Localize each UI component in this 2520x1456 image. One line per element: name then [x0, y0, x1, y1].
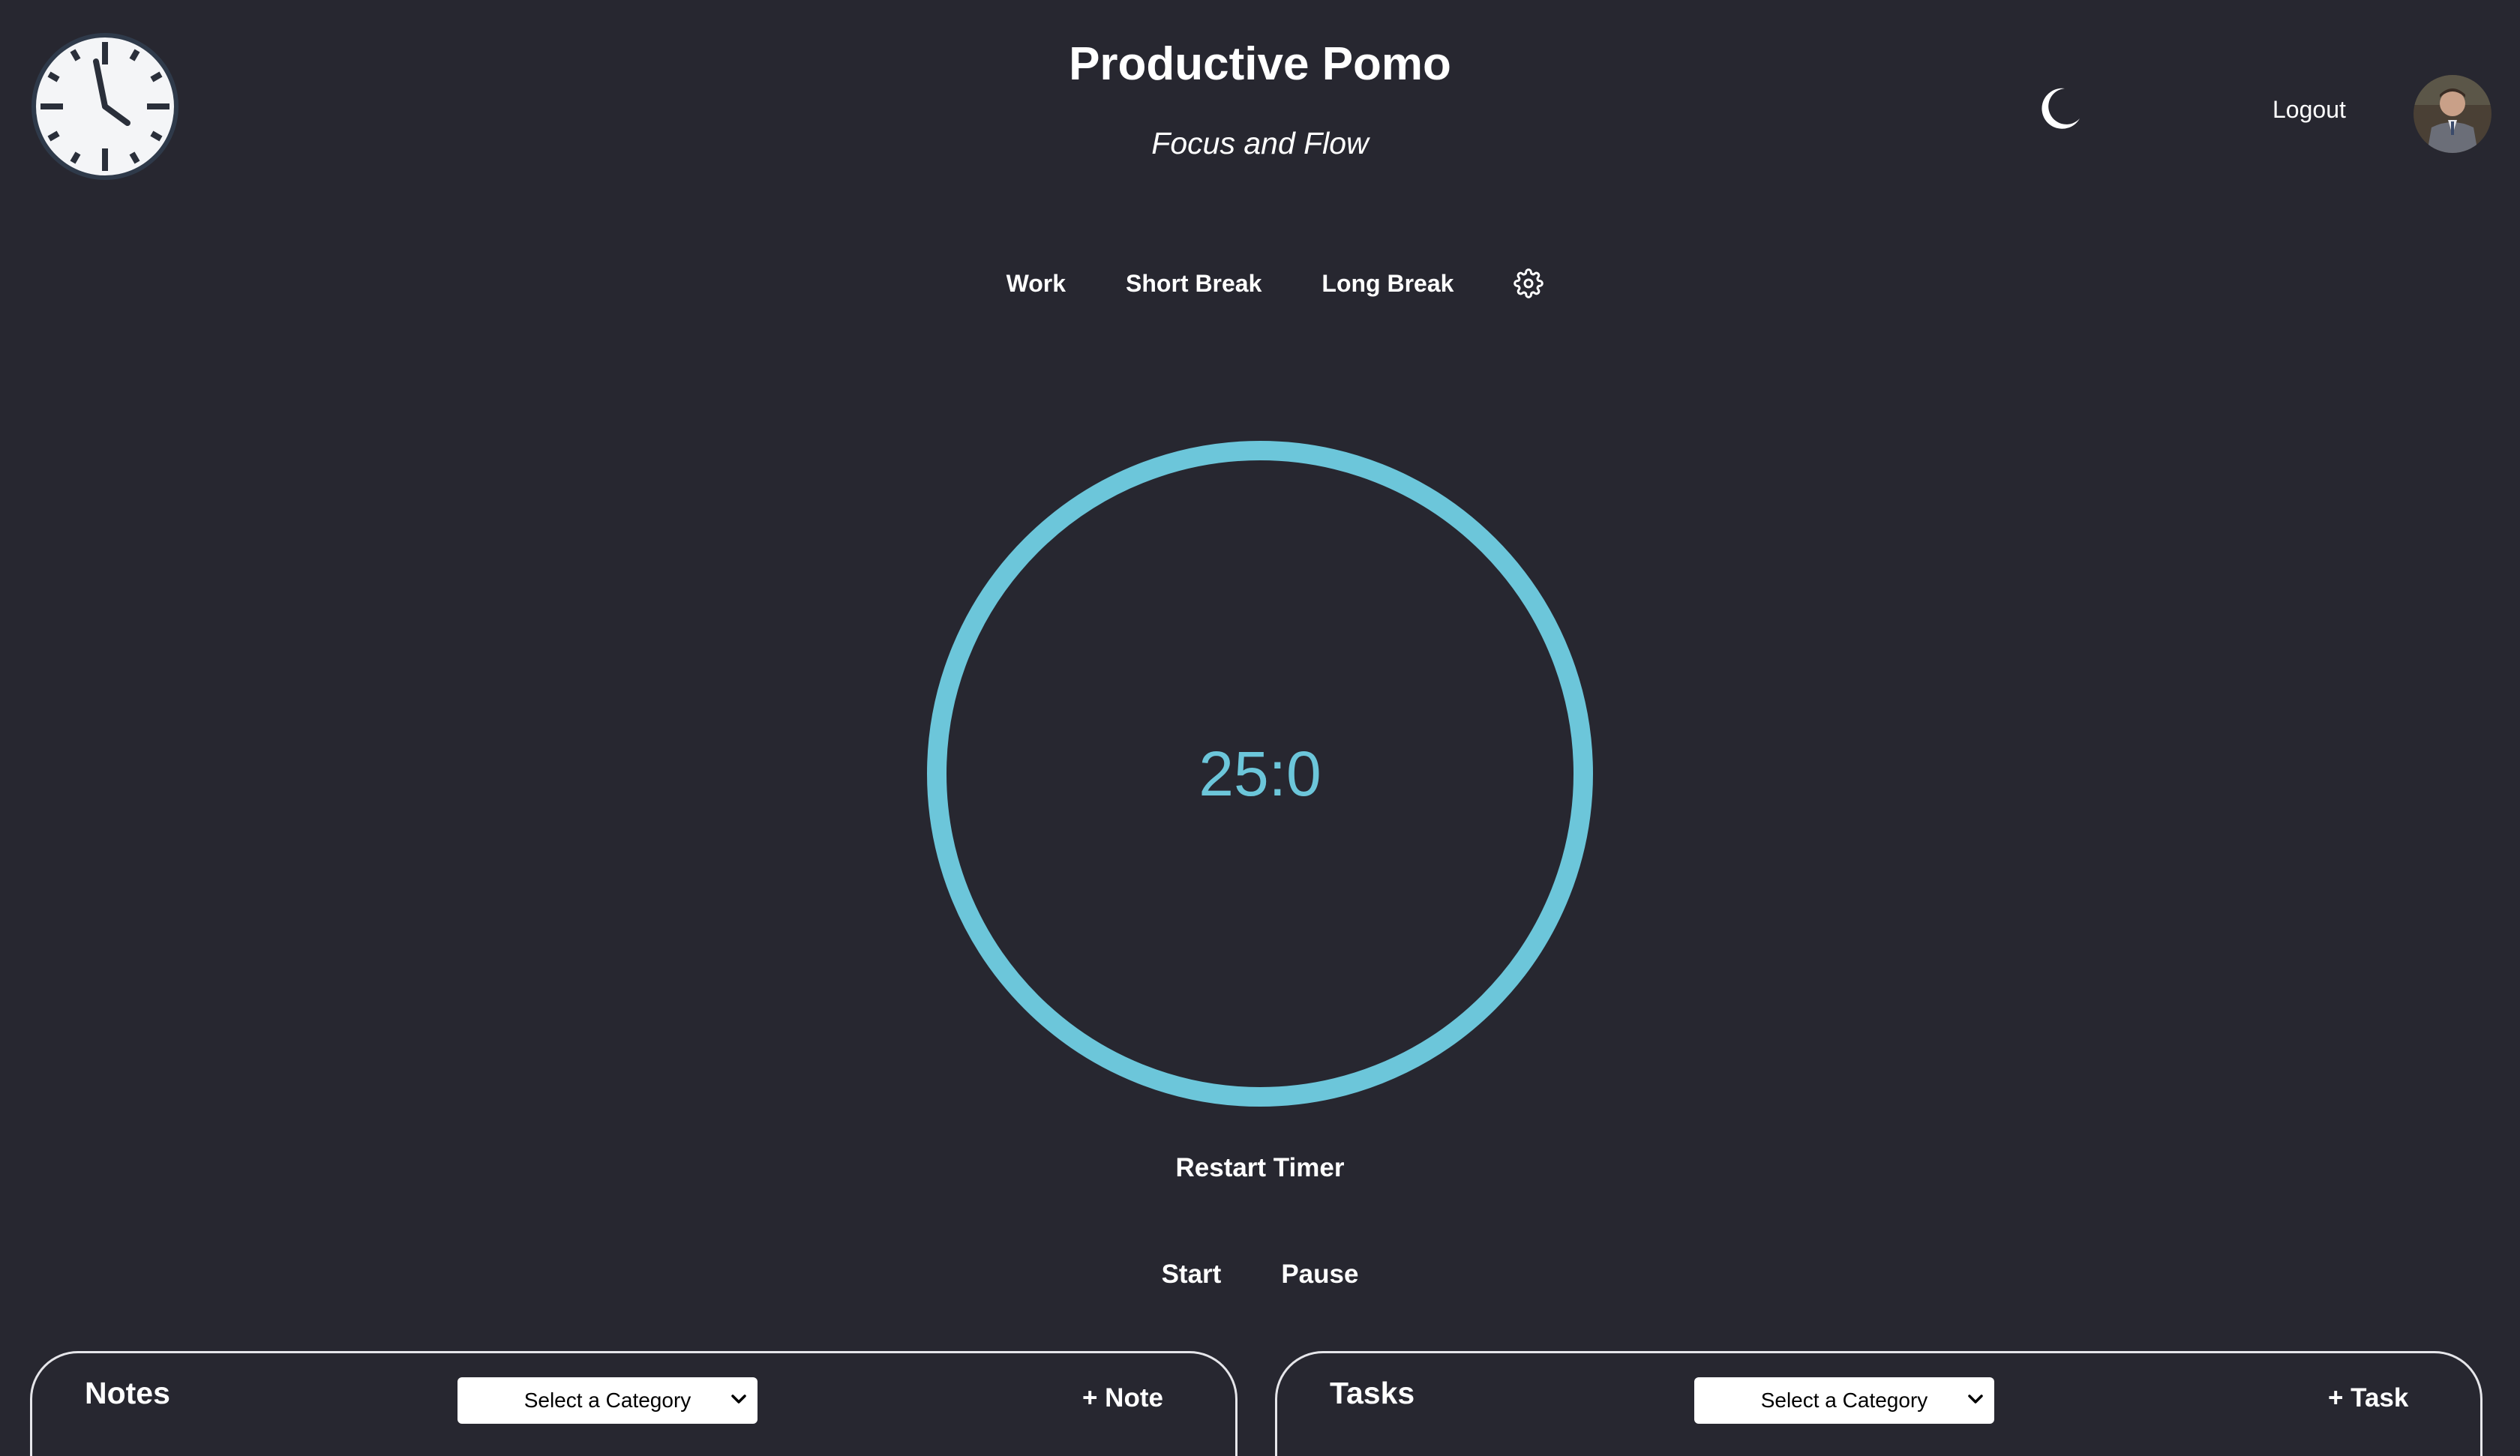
logout-button[interactable]: Logout: [2272, 96, 2346, 124]
tab-work[interactable]: Work: [976, 268, 1096, 298]
tasks-title: Tasks: [1330, 1376, 1415, 1410]
pause-button[interactable]: Pause: [1281, 1260, 1358, 1290]
add-task-button[interactable]: + Task: [2328, 1383, 2408, 1413]
chevron-down-icon: [730, 1388, 747, 1416]
tab-short-break[interactable]: Short Break: [1096, 268, 1292, 298]
tasks-category-value: Select a Category: [1760, 1389, 1928, 1412]
restart-row: Restart Timer: [0, 1153, 2520, 1183]
moon-icon[interactable]: [2039, 87, 2081, 130]
tasks-category-select[interactable]: Select a Category: [1694, 1377, 1994, 1424]
notes-panel: Notes Select a Category + Note: [30, 1351, 1238, 1456]
notes-category-value: Select a Category: [524, 1389, 692, 1412]
restart-timer-button[interactable]: Restart Timer: [1175, 1153, 1344, 1182]
gear-icon[interactable]: [1514, 268, 1544, 298]
mode-tabs: Work Short Break Long Break: [0, 268, 2520, 298]
timer-controls: Start Pause: [0, 1260, 2520, 1290]
tasks-panel: Tasks Select a Category + Task: [1275, 1351, 2482, 1456]
notes-title: Notes: [85, 1376, 170, 1410]
start-button[interactable]: Start: [1162, 1260, 1222, 1290]
chevron-down-icon: [1967, 1388, 1984, 1416]
top-right-controls: Logout: [1950, 67, 2520, 157]
add-note-button[interactable]: + Note: [1082, 1383, 1163, 1413]
tab-long-break[interactable]: Long Break: [1292, 268, 1484, 298]
notes-category-select[interactable]: Select a Category: [458, 1377, 758, 1424]
timer-display: 25:0: [1198, 738, 1322, 809]
user-avatar[interactable]: [2414, 75, 2492, 153]
